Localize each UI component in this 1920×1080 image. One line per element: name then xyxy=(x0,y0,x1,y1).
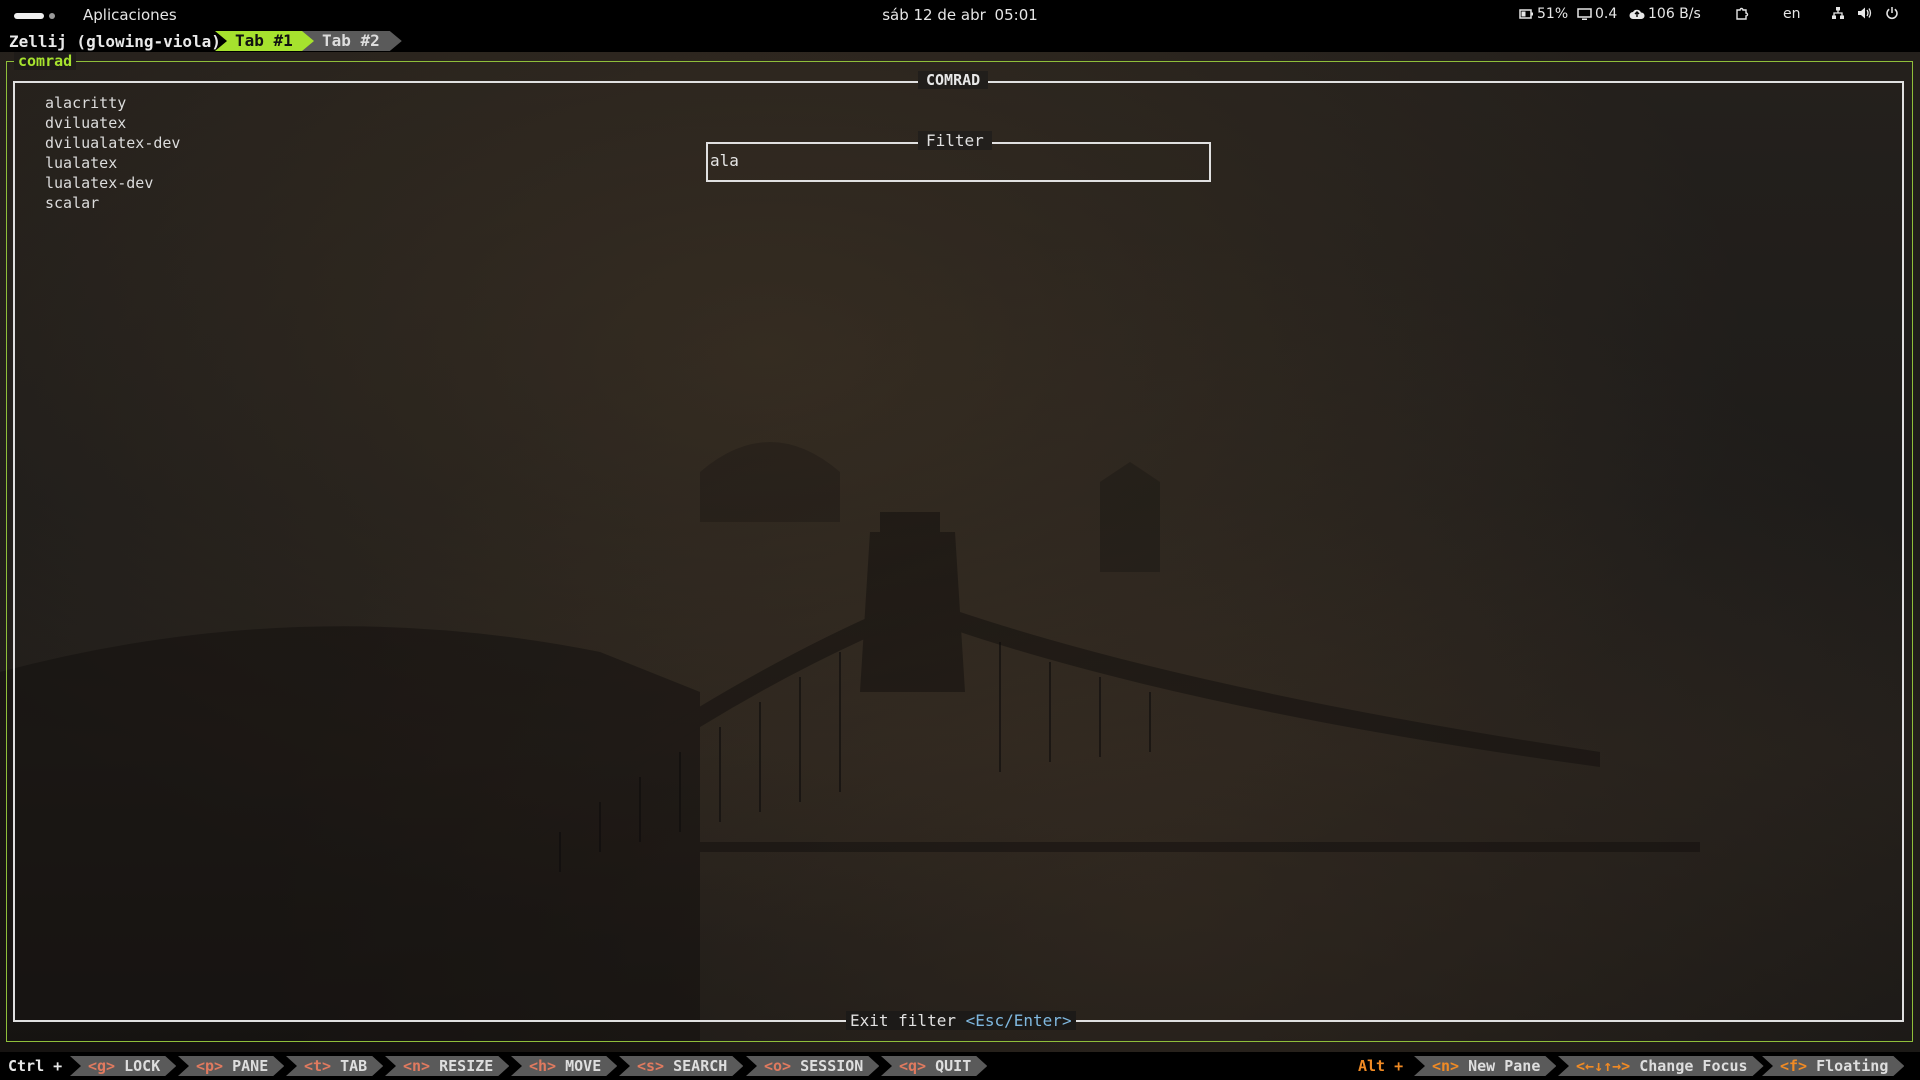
mode-label: QUIT xyxy=(935,1057,972,1075)
list-item[interactable]: scalar xyxy=(45,193,180,213)
mode-label: RESIZE xyxy=(439,1057,494,1075)
zellij-tab-bar: Zellij (glowing-viola) Tab #1 Tab #2 xyxy=(0,30,1920,52)
net-speed-value: 106 B/s xyxy=(1648,6,1701,22)
power-icon xyxy=(1886,7,1898,20)
clock-date: sáb 12 de abr xyxy=(882,6,986,24)
mode-key: <q> xyxy=(899,1057,927,1075)
zellij-status-bar: Ctrl + <g> LOCK <p> PANE <t> TAB <n> RES… xyxy=(0,1052,1920,1080)
mode-session[interactable]: <o> SESSION xyxy=(746,1056,879,1076)
tab-1[interactable]: Tab #1 xyxy=(215,31,315,51)
network-speed-indicator[interactable]: 106 B/s xyxy=(1629,6,1701,22)
cloud-upload-icon xyxy=(1629,9,1645,19)
shortcut-key: <f> xyxy=(1780,1057,1808,1075)
extensions-indicator[interactable] xyxy=(1735,6,1750,21)
comrad-title: COMRAD xyxy=(918,71,989,89)
mode-label: MOVE xyxy=(565,1057,602,1075)
mode-move[interactable]: <h> MOVE xyxy=(511,1056,617,1076)
mode-label: SEARCH xyxy=(673,1057,728,1075)
gnome-top-bar: Aplicaciones sáb 12 de abr 05:01 51% 0.4… xyxy=(0,0,1920,30)
shortcut-key: <←↓↑→> xyxy=(1576,1057,1631,1075)
mode-key: <t> xyxy=(304,1057,332,1075)
network-wired-icon xyxy=(1832,7,1844,19)
alt-change-focus[interactable]: <←↓↑→> Change Focus xyxy=(1558,1056,1764,1076)
load-indicator[interactable]: 0.4 xyxy=(1577,6,1617,22)
tab-2[interactable]: Tab #2 xyxy=(302,31,402,51)
shortcut-label: Floating xyxy=(1816,1057,1889,1075)
mode-quit[interactable]: <q> QUIT xyxy=(881,1056,987,1076)
exit-filter-hint: Exit filter <Esc/Enter> xyxy=(846,1011,1076,1030)
shortcut-key: <n> xyxy=(1432,1057,1460,1075)
clock-time: 05:01 xyxy=(994,6,1038,24)
list-item[interactable]: dvilualatex-dev xyxy=(45,133,180,153)
mode-label: SESSION xyxy=(800,1057,864,1075)
battery-indicator[interactable]: 51% xyxy=(1519,6,1568,22)
mode-key: <h> xyxy=(529,1057,557,1075)
alt-new-pane[interactable]: <n> New Pane xyxy=(1414,1056,1556,1076)
load-value: 0.4 xyxy=(1595,6,1618,22)
mode-key: <g> xyxy=(88,1057,116,1075)
mode-tab[interactable]: <t> TAB xyxy=(286,1056,383,1076)
puzzle-icon xyxy=(1736,7,1749,20)
battery-icon xyxy=(1519,9,1533,19)
mode-label: PANE xyxy=(232,1057,269,1075)
comrad-frame xyxy=(13,81,1904,1022)
shortcut-label: Change Focus xyxy=(1639,1057,1748,1075)
battery-percent: 51% xyxy=(1537,6,1569,22)
mode-label: LOCK xyxy=(124,1057,161,1075)
list-item[interactable]: dviluatex xyxy=(45,113,180,133)
exit-filter-keys: <Esc/Enter> xyxy=(965,1011,1072,1030)
mode-key: <n> xyxy=(403,1057,431,1075)
mode-key: <p> xyxy=(196,1057,224,1075)
volume-icon xyxy=(1858,7,1872,19)
alt-modifier-label: Alt + xyxy=(1358,1057,1404,1075)
session-name: Zellij (glowing-viola) xyxy=(9,32,221,51)
monitor-icon xyxy=(1577,7,1592,20)
mode-resize[interactable]: <n> RESIZE xyxy=(385,1056,509,1076)
keyboard-layout-indicator[interactable]: en xyxy=(1783,6,1801,22)
results-list: alacritty dviluatex dvilualatex-dev lual… xyxy=(45,93,180,213)
mode-pane[interactable]: <p> PANE xyxy=(178,1056,284,1076)
mode-key: <o> xyxy=(764,1057,792,1075)
system-menu[interactable] xyxy=(1831,6,1899,20)
mode-label: TAB xyxy=(340,1057,368,1075)
mode-lock[interactable]: <g> LOCK xyxy=(70,1056,176,1076)
list-item[interactable]: lualatex xyxy=(45,153,180,173)
exit-filter-label: Exit filter xyxy=(850,1011,956,1030)
list-item[interactable]: lualatex-dev xyxy=(45,173,180,193)
list-item[interactable]: alacritty xyxy=(45,93,180,113)
filter-title: Filter xyxy=(918,131,992,150)
mode-search[interactable]: <s> SEARCH xyxy=(619,1056,743,1076)
mode-key: <s> xyxy=(637,1057,665,1075)
alt-floating[interactable]: <f> Floating xyxy=(1762,1056,1904,1076)
filter-input[interactable] xyxy=(710,151,1110,170)
ctrl-modifier-label: Ctrl + xyxy=(8,1057,63,1075)
shortcut-label: New Pane xyxy=(1468,1057,1541,1075)
pane-title: comrad xyxy=(14,52,77,70)
